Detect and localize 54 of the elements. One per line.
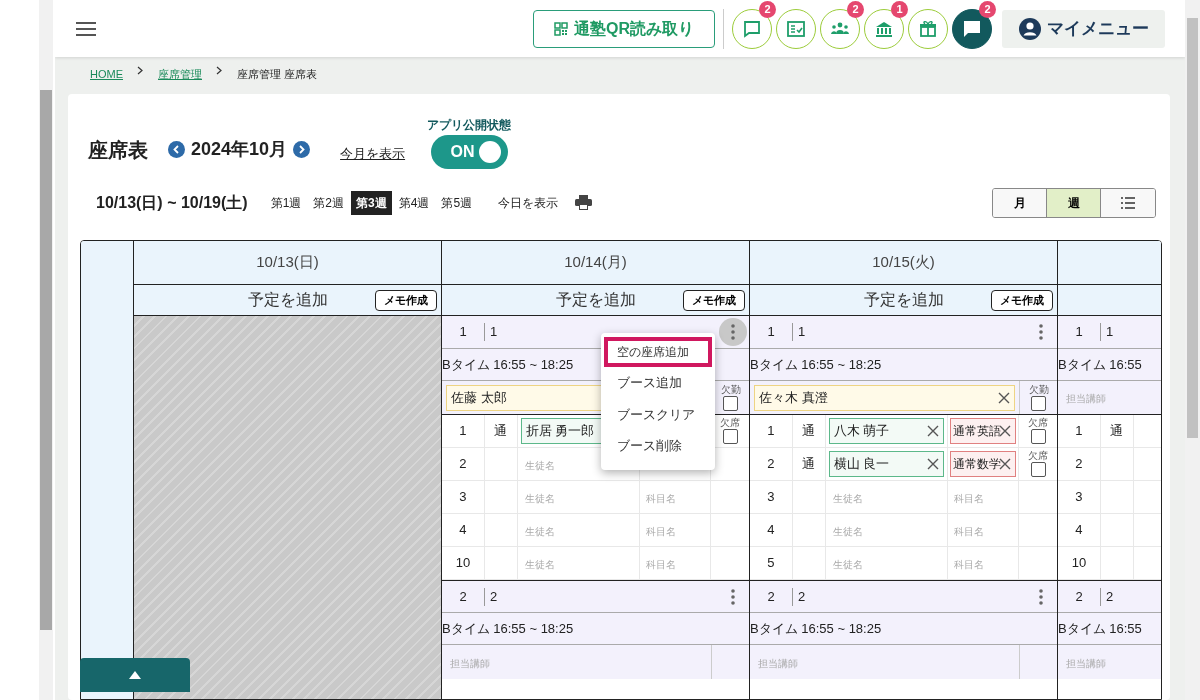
time-slot: Bタイム 16:55 ~ 18:25 [442,618,574,639]
toggle-label: アプリ公開状態 [427,117,512,134]
seat-number: 1 [1075,422,1083,441]
time-slot: Bタイム 16:55 ~ 18:25 [442,354,574,375]
booth-name: 2 [489,587,499,606]
day-date: 10/13(日) [256,252,319,273]
seat-number: 3 [767,488,775,507]
booth-name: 2 [797,587,807,606]
seat-number: 3 [1075,488,1083,507]
seat-number: 1 [767,422,775,441]
count-badge: 1 [891,0,908,18]
seat-number: 1 [459,422,467,441]
time-slot: Bタイム 16:55 [1058,618,1142,639]
seat-number: 10 [455,554,471,573]
time-slot: Bタイム 16:55 [1058,354,1142,375]
seat-number: 5 [767,554,775,573]
booth-number: 2 [1058,587,1101,606]
week-range: 10/13(日) ~ 10/19(土) [96,192,248,213]
attendance-type: 通 [802,422,816,441]
month-label: 2024年10月 [191,138,288,161]
seat-number: 4 [1075,521,1083,540]
booth-number: 2 [442,587,485,606]
absence-label: 欠席 [1028,418,1049,428]
booth-number: 1 [442,323,485,341]
count-badge: 2 [847,0,864,18]
seat-number: 3 [459,488,467,507]
time-slot: Bタイム 16:55 ~ 18:25 [750,618,882,639]
seat-number: 4 [767,521,775,540]
booth-number: 1 [1058,323,1101,341]
attendance-type: 通 [494,422,508,441]
day-date: 10/14(月) [564,252,627,273]
seat-number: 4 [459,521,467,540]
absence-label: 欠席 [720,418,741,428]
booth-number: 1 [750,323,793,341]
breadcrumb-current: 座席管理 座席表 [237,67,318,82]
count-badge: 2 [759,0,776,18]
booth-name: 1 [797,323,807,342]
seat-number: 2 [1075,455,1083,474]
booth-number: 2 [750,587,793,606]
attendance-type: 通 [802,455,816,474]
page-title: 座席表 [88,138,148,163]
attendance-type: 通 [1110,422,1124,441]
absence-label: 欠席 [1028,451,1049,461]
seat-number: 10 [1071,554,1087,573]
booth-name: 2 [1105,587,1115,606]
seat-number: 2 [459,455,467,474]
count-badge: 2 [979,0,996,18]
absence-label: 欠勤 [720,384,741,395]
time-slot: Bタイム 16:55 ~ 18:25 [750,354,882,375]
booth-name: 1 [489,323,499,342]
seat-number: 2 [767,455,775,474]
absence-label: 欠勤 [1028,384,1049,395]
booth-name: 1 [1105,323,1115,342]
day-date: 10/15(火) [872,252,935,273]
